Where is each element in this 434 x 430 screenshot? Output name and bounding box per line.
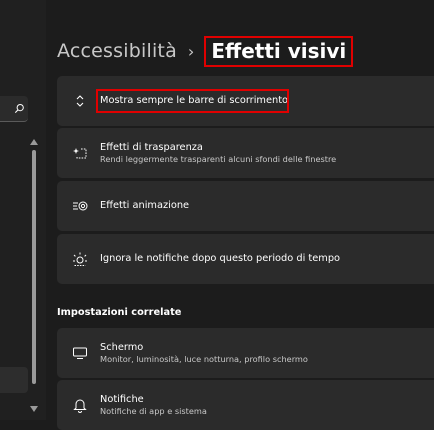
breadcrumb-parent[interactable]: Accessibilità — [57, 40, 177, 62]
search-box[interactable] — [0, 96, 28, 122]
scrollbar-thumb[interactable] — [32, 150, 36, 384]
sidebar — [0, 0, 46, 420]
bell-icon — [71, 380, 89, 430]
setting-subtitle: Notifiche di app e sistema — [100, 405, 207, 416]
transparency-sparkle-icon — [71, 128, 89, 178]
section-title-related: Impostazioni correlate — [57, 307, 182, 318]
scroll-up-arrow-icon[interactable] — [30, 138, 38, 146]
search-icon[interactable] — [14, 99, 25, 118]
related-card-screen[interactable]: Schermo Monitor, luminosità, luce nottur… — [57, 328, 434, 378]
setting-card-transparency[interactable]: Effetti di trasparenza Rendi leggermente… — [57, 128, 434, 178]
sidebar-selected-item[interactable] — [0, 367, 28, 393]
brightness-icon — [71, 234, 89, 284]
setting-title: Ignora le notifiche dopo questo periodo … — [100, 253, 341, 264]
scroll-arrows-icon — [71, 76, 89, 126]
animation-icon — [71, 181, 89, 231]
setting-title: Effetti animazione — [100, 200, 190, 211]
setting-title: Notifiche — [100, 393, 144, 405]
breadcrumb-separator: › — [187, 41, 195, 61]
scrollbar[interactable] — [30, 138, 38, 420]
setting-card-animation[interactable]: Effetti animazione — [57, 181, 434, 231]
monitor-icon — [71, 328, 89, 378]
setting-subtitle: Rendi leggermente trasparenti alcuni sfo… — [100, 153, 337, 164]
related-card-notifications[interactable]: Notifiche Notifiche di app e sistema — [57, 380, 434, 430]
setting-title: Schermo — [100, 341, 144, 353]
scroll-down-arrow-icon[interactable] — [30, 405, 38, 413]
setting-subtitle: Monitor, luminosità, luce notturna, prof… — [100, 353, 308, 364]
setting-title: Effetti di trasparenza — [100, 141, 203, 153]
page-title: Effetti visivi — [204, 35, 354, 67]
breadcrumb: Accessibilità › Effetti visivi — [57, 35, 354, 67]
setting-card-notification-timeout[interactable]: Ignora le notifiche dopo questo periodo … — [57, 234, 434, 284]
highlight-box — [96, 89, 289, 113]
